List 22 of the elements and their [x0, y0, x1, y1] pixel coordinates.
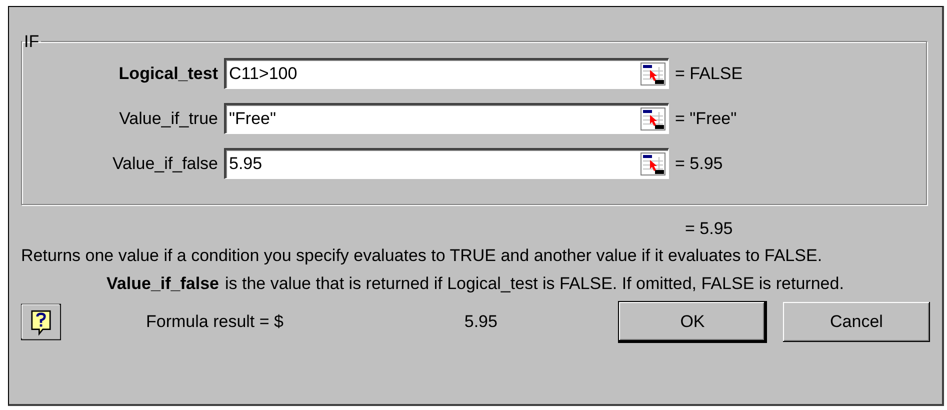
cancel-button[interactable]: Cancel	[782, 302, 930, 342]
argument-description: is the value that is returned if Logical_test is FALSE. If omitted, FALSE is returned.	[225, 273, 845, 295]
argument-result: = 5.95	[675, 154, 724, 174]
overall-result: = 5.95	[685, 219, 734, 240]
collapse-dialog-icon[interactable]	[640, 152, 666, 176]
group-title: IF	[23, 33, 40, 50]
formula-result-value: 5.95	[464, 312, 498, 332]
formula-result-label: Formula result = $	[146, 312, 284, 332]
argument-result: = "Free"	[675, 108, 738, 128]
argument-label: Value_if_false	[111, 154, 218, 174]
argument-label: Logical_test	[118, 64, 218, 84]
collapse-dialog-icon[interactable]	[640, 62, 666, 86]
help-icon[interactable]	[21, 302, 62, 342]
argument-name: Value_if_false	[106, 273, 219, 295]
input-field[interactable]: "Free"	[224, 103, 669, 134]
input-field[interactable]: C11>100	[224, 58, 669, 89]
function-description: Returns one value if a condition you specify evaluates to TRUE and another value if it evaluates to FALSE.	[21, 245, 824, 267]
argument-result: = FALSE	[675, 64, 744, 84]
collapse-dialog-icon[interactable]	[640, 107, 666, 131]
ok-button[interactable]: OK	[618, 302, 766, 342]
input-field[interactable]: 5.95	[224, 148, 669, 179]
argument-label: Value_if_true	[118, 108, 218, 128]
